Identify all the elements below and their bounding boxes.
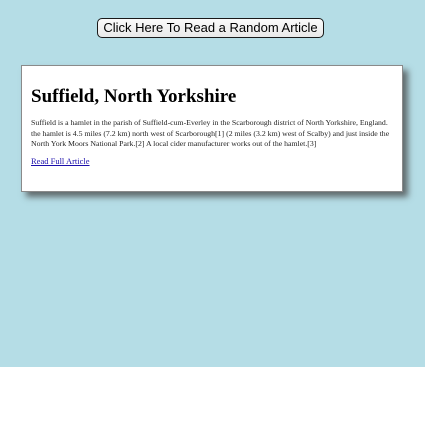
- read-full-article-link[interactable]: Read Full Article: [31, 156, 90, 167]
- article-card: Suffield, North Yorkshire Suffield is a …: [21, 65, 403, 192]
- article-summary: Suffield is a hamlet in the parish of Su…: [31, 118, 390, 148]
- article-title: Suffield, North Yorkshire: [31, 86, 237, 107]
- random-article-button[interactable]: Click Here To Read a Random Article: [97, 18, 324, 38]
- app-background: Click Here To Read a Random Article Suff…: [0, 0, 425, 367]
